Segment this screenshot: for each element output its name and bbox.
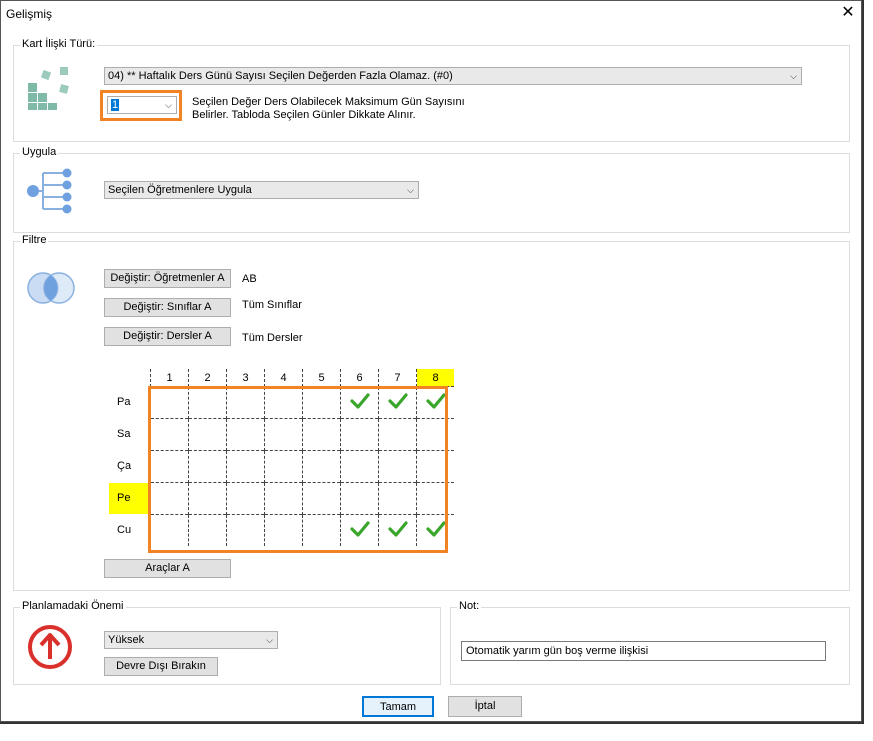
- grid-column-header[interactable]: 4: [264, 369, 303, 387]
- close-icon[interactable]: ✕: [837, 3, 859, 23]
- grid-column-header[interactable]: 6: [340, 369, 379, 387]
- chevron-down-icon: ⌵: [790, 71, 797, 81]
- grid-column-header[interactable]: 7: [378, 369, 417, 387]
- change-teachers-button[interactable]: Değiştir: Öğretmenler A: [104, 269, 231, 288]
- window-shadow-bottom: [0, 722, 864, 724]
- teachers-value: AB: [242, 273, 257, 285]
- dialog-window: Gelişmiş ✕ Kart İlişki Türü: 04) ** Haft…: [0, 0, 862, 722]
- grid-highlight-box: [148, 386, 448, 553]
- grid-column-header[interactable]: 8: [416, 369, 454, 387]
- chevron-down-icon: ⌵: [407, 185, 414, 195]
- apply-target-value: Seçilen Öğretmenlere Uygula: [108, 184, 252, 196]
- chevron-down-icon: ⌵: [266, 635, 273, 645]
- chevron-down-icon: ⌵: [165, 100, 172, 110]
- arrow-up-circle-icon: [28, 625, 72, 669]
- relation-type-select[interactable]: 04) ** Haftalık Ders Günü Sayısı Seçilen…: [104, 67, 802, 85]
- cancel-button[interactable]: İptal: [448, 696, 522, 717]
- grid-row-label[interactable]: Pe: [109, 483, 149, 514]
- lessons-value: Tüm Dersler: [242, 332, 303, 344]
- relation-description-line2: Belirler. Tabloda Seçilen Günler Dikkate…: [192, 109, 416, 121]
- card-relation-label: Kart İlişki Türü:: [20, 38, 98, 50]
- count-select[interactable]: 1 ⌵: [107, 96, 177, 114]
- change-classes-button[interactable]: Değiştir: Sınıflar A: [104, 298, 231, 317]
- note-label: Not:: [457, 600, 482, 612]
- venn-icon: [27, 272, 75, 304]
- filter-label: Filtre: [20, 234, 49, 246]
- relation-description-line1: Seçilen Değer Ders Olabilecek Maksimum G…: [192, 96, 465, 108]
- apply-label: Uygula: [20, 146, 59, 158]
- importance-label: Planlamadaki Önemi: [20, 600, 126, 612]
- blocks-icon: [28, 67, 69, 110]
- grid-column-header[interactable]: 5: [302, 369, 341, 387]
- change-lessons-button[interactable]: Değiştir: Dersler A: [104, 327, 231, 346]
- ok-button[interactable]: Tamam: [362, 696, 434, 717]
- grid-row-label[interactable]: Pa: [109, 387, 149, 418]
- tree-icon: [27, 168, 72, 214]
- importance-level-value: Yüksek: [108, 634, 145, 646]
- grid-column-header[interactable]: 1: [150, 369, 189, 387]
- grid-column-header[interactable]: 3: [226, 369, 265, 387]
- relation-type-value: 04) ** Haftalık Ders Günü Sayısı Seçilen…: [108, 70, 453, 82]
- tools-button[interactable]: Araçlar A: [104, 559, 231, 578]
- disable-button[interactable]: Devre Dışı Bırakın: [104, 657, 218, 676]
- grid-column-header[interactable]: 2: [188, 369, 227, 387]
- importance-level-select[interactable]: Yüksek ⌵: [104, 631, 278, 649]
- window-title: Gelişmiş: [6, 7, 53, 21]
- classes-value: Tüm Sınıflar: [242, 299, 302, 311]
- window-shadow-right: [862, 0, 864, 724]
- grid-row-label[interactable]: Sa: [109, 419, 149, 450]
- apply-target-select[interactable]: Seçilen Öğretmenlere Uygula ⌵: [104, 181, 419, 199]
- grid-row-label[interactable]: Cu: [109, 515, 149, 546]
- count-value: 1: [111, 99, 120, 111]
- grid-row-label[interactable]: Ça: [109, 451, 149, 482]
- note-input[interactable]: Otomatik yarım gün boş verme ilişkisi: [461, 641, 826, 661]
